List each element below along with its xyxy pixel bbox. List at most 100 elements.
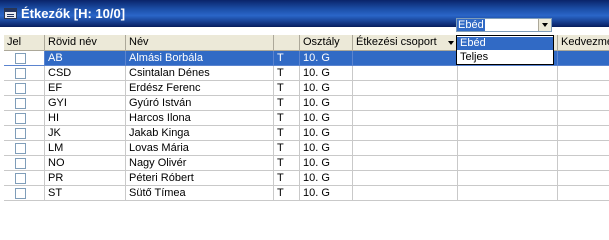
column-header-kedvezmeny[interactable]: Kedvezmé (558, 35, 609, 51)
cell-csoport[interactable] (353, 111, 458, 126)
jel-checkbox[interactable] (15, 128, 26, 139)
cell-nev[interactable]: Almási Borbála (126, 51, 274, 66)
cell-rovid[interactable]: GYI (45, 96, 126, 111)
cell-jel[interactable] (4, 186, 45, 201)
cell-rovid[interactable]: ST (45, 186, 126, 201)
cell-osztaly[interactable]: 10. G (300, 111, 353, 126)
filter-arrow-icon[interactable] (448, 41, 454, 45)
table-row[interactable]: CSD Csintalan Dénes T 10. G (4, 66, 609, 81)
cell-fajta[interactable] (458, 171, 558, 186)
table-row[interactable]: PR Péteri Róbert T 10. G (4, 171, 609, 186)
cell-kedvezmeny[interactable] (558, 96, 609, 111)
cell-csoport[interactable] (353, 66, 458, 81)
cell-fajta[interactable] (458, 186, 558, 201)
cell-kedvezmeny[interactable] (558, 156, 609, 171)
cell-kedvezmeny[interactable] (558, 66, 609, 81)
cell-nev[interactable]: Csintalan Dénes (126, 66, 274, 81)
cell-kedvezmeny[interactable] (558, 111, 609, 126)
cell-jel[interactable] (4, 81, 45, 96)
cell-osztaly[interactable]: 10. G (300, 51, 353, 66)
cell-csoport[interactable] (353, 171, 458, 186)
cell-t[interactable]: T (274, 126, 300, 141)
column-header-t[interactable] (274, 35, 300, 51)
cell-t[interactable]: T (274, 111, 300, 126)
jel-checkbox[interactable] (15, 188, 26, 199)
cell-nev[interactable]: Sütő Tímea (126, 186, 274, 201)
cell-jel[interactable] (4, 171, 45, 186)
cell-jel[interactable] (4, 111, 45, 126)
column-header-jel[interactable]: Jel (4, 35, 45, 51)
cell-fajta[interactable] (458, 96, 558, 111)
jel-checkbox[interactable] (15, 158, 26, 169)
etkezes-fajta-dropdown[interactable]: Ebéd Teljes (456, 35, 554, 65)
chevron-down-icon[interactable] (538, 19, 551, 31)
cell-kedvezmeny[interactable] (558, 81, 609, 96)
table-row[interactable]: JK Jakab Kinga T 10. G (4, 126, 609, 141)
cell-fajta[interactable] (458, 141, 558, 156)
jel-checkbox[interactable] (15, 113, 26, 124)
cell-t[interactable]: T (274, 186, 300, 201)
cell-rovid[interactable]: CSD (45, 66, 126, 81)
cell-osztaly[interactable]: 10. G (300, 81, 353, 96)
cell-osztaly[interactable]: 10. G (300, 156, 353, 171)
cell-osztaly[interactable]: 10. G (300, 66, 353, 81)
cell-jel[interactable] (4, 141, 45, 156)
cell-t[interactable]: T (274, 156, 300, 171)
cell-rovid[interactable]: JK (45, 126, 126, 141)
cell-jel[interactable] (4, 96, 45, 111)
jel-checkbox[interactable] (15, 68, 26, 79)
jel-checkbox[interactable] (15, 173, 26, 184)
cell-csoport[interactable] (353, 51, 458, 66)
cell-csoport[interactable] (353, 96, 458, 111)
cell-t[interactable]: T (274, 96, 300, 111)
table-row[interactable]: HI Harcos Ilona T 10. G (4, 111, 609, 126)
cell-rovid[interactable]: EF (45, 81, 126, 96)
cell-t[interactable]: T (274, 81, 300, 96)
cell-csoport[interactable] (353, 156, 458, 171)
cell-t[interactable]: T (274, 141, 300, 156)
cell-rovid[interactable]: PR (45, 171, 126, 186)
cell-osztaly[interactable]: 10. G (300, 186, 353, 201)
cell-csoport[interactable] (353, 186, 458, 201)
cell-fajta[interactable] (458, 126, 558, 141)
cell-nev[interactable]: Lovas Mária (126, 141, 274, 156)
column-header-csoport[interactable]: Étkezési csoport (353, 35, 458, 51)
table-row[interactable]: EF Erdész Ferenc T 10. G (4, 81, 609, 96)
jel-checkbox[interactable] (15, 98, 26, 109)
jel-checkbox[interactable] (15, 83, 26, 94)
cell-nev[interactable]: Péteri Róbert (126, 171, 274, 186)
cell-fajta[interactable] (458, 81, 558, 96)
cell-t[interactable]: T (274, 66, 300, 81)
column-header-nev[interactable]: Név (126, 35, 274, 51)
table-row[interactable]: NO Nagy Olivér T 10. G (4, 156, 609, 171)
cell-csoport[interactable] (353, 81, 458, 96)
cell-nev[interactable]: Harcos Ilona (126, 111, 274, 126)
cell-rovid[interactable]: AB (45, 51, 126, 66)
column-header-rovid[interactable]: Rövid név (45, 35, 126, 51)
cell-fajta[interactable] (458, 156, 558, 171)
cell-fajta[interactable] (458, 111, 558, 126)
cell-jel[interactable] (4, 156, 45, 171)
cell-csoport[interactable] (353, 126, 458, 141)
cell-osztaly[interactable]: 10. G (300, 171, 353, 186)
cell-t[interactable]: T (274, 51, 300, 66)
cell-kedvezmeny[interactable] (558, 186, 609, 201)
cell-nev[interactable]: Erdész Ferenc (126, 81, 274, 96)
cell-osztaly[interactable]: 10. G (300, 96, 353, 111)
cell-kedvezmeny[interactable] (558, 126, 609, 141)
cell-fajta[interactable] (458, 66, 558, 81)
cell-kedvezmeny[interactable] (558, 141, 609, 156)
cell-csoport[interactable] (353, 141, 458, 156)
cell-osztaly[interactable]: 10. G (300, 126, 353, 141)
cell-nev[interactable]: Nagy Olivér (126, 156, 274, 171)
cell-kedvezmeny[interactable] (558, 171, 609, 186)
cell-nev[interactable]: Jakab Kinga (126, 126, 274, 141)
table-row[interactable]: ST Sütő Tímea T 10. G (4, 186, 609, 201)
jel-checkbox[interactable] (15, 143, 26, 154)
table-row[interactable]: GYI Gyúró István T 10. G (4, 96, 609, 111)
dropdown-option[interactable]: Ebéd (457, 37, 553, 50)
etkezes-fajta-editor[interactable]: Ebéd (456, 18, 552, 32)
table-row[interactable]: LM Lovas Mária T 10. G (4, 141, 609, 156)
column-header-osztaly[interactable]: Osztály (300, 35, 353, 51)
cell-nev[interactable]: Gyúró István (126, 96, 274, 111)
